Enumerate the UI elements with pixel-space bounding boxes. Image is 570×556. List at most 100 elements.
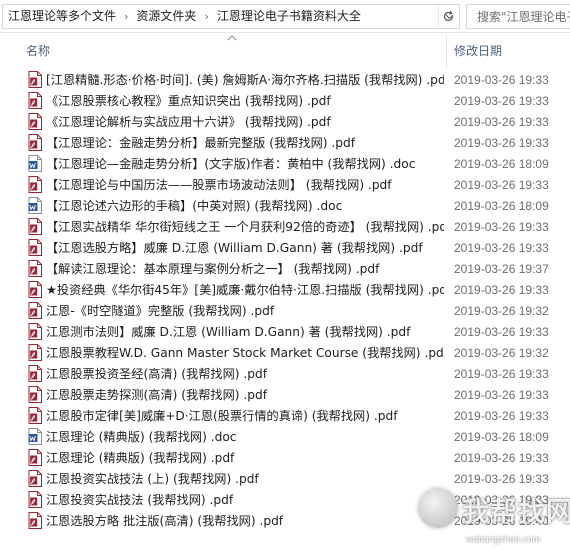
pdf-file-icon [28,176,42,193]
file-date-modified: 2019-03-26 18:09 [454,199,549,213]
pdf-file-icon [28,512,42,529]
file-date-modified: 2019-03-26 18:09 [454,430,549,444]
pdf-file-icon [28,470,42,487]
file-date-modified: 2019-03-26 18:09 [454,157,549,171]
column-divider[interactable] [446,35,447,69]
watermark-url: wobangzhao.com [466,534,541,545]
file-name[interactable]: 《江恩股票核心教程》重点知识突出 (我帮找网) .pdf [46,93,444,109]
file-row[interactable]: 江恩股票教程W.D. Gann Master Stock Market Cour… [0,342,570,363]
pdf-file-icon [28,281,42,298]
file-row[interactable]: 【江恩论述六边形的手稿】(中英对照) (我帮找网) .doc 2019-03-26… [0,195,570,216]
file-date-modified: 2019-03-26 19:33 [454,451,549,465]
file-row[interactable]: [江恩精髓.形态·价格·时间]. (美) 詹姆斯A·海尔齐格.扫描版 (我帮找网… [0,69,570,90]
pdf-file-icon [28,239,42,256]
word-doc-icon [28,197,42,214]
pdf-file-icon [28,260,42,277]
file-name[interactable]: 【江恩理论—金融走势分析】(文字版)作者：黄柏中 (我帮找网) .doc [46,156,444,172]
file-row[interactable]: 【江恩理论—金融走势分析】(文字版)作者：黄柏中 (我帮找网) .doc 2019… [0,153,570,174]
file-name[interactable]: 【江恩理论与中国历法——股票市场波动法则】 (我帮找网) .pdf [46,177,444,193]
search-placeholder: 搜索"江恩理论电子... [477,10,570,24]
file-row[interactable]: 江恩股市定律[美]威廉+D·江恩(股票行情的真谛) (我帮找网) .pdf 201… [0,405,570,426]
pdf-file-icon [28,218,42,235]
breadcrumb-item-current[interactable]: 江恩理论电子书籍资料大全 [212,5,366,28]
file-name[interactable]: 《江恩理论解析与实战应用十六讲》 (我帮找网) .pdf [46,114,444,130]
file-row[interactable]: 【解读江恩理论：基本原理与案例分析之一】 (我帮找网) .pdf 2019-03-… [0,258,570,279]
breadcrumb-separator[interactable]: › [201,10,211,23]
file-date-modified: 2019-03-26 19:33 [454,73,549,87]
file-row[interactable]: 【江恩选股方略】威廉 D.江恩 (William D.Gann) 著 (我帮找网… [0,237,570,258]
file-row[interactable]: 【江恩理论：金融走势分析】最新完整版 (我帮找网) .pdf 2019-03-26… [0,132,570,153]
file-name[interactable]: 江恩股票走势探测(高清) (我帮找网) .pdf [46,387,444,403]
file-date-modified: 2019-03-26 19:33 [454,283,549,297]
file-name[interactable]: ★投资经典《华尔街45年》[美]威廉·戴尔伯特·江恩.扫描版 (我帮找网) .p… [46,282,444,298]
file-name[interactable]: 江恩测市法则】威廉 D.江恩 (William D.Gann) 著 (我帮找网)… [46,324,444,340]
pdf-file-icon [28,344,42,361]
file-row[interactable]: 江恩股票投资圣经(高清) (我帮找网) .pdf 2019-03-26 19:33 [0,363,570,384]
file-date-modified: 2019-03-26 19:33 [454,472,549,486]
pdf-file-icon [28,323,42,340]
sort-ascending-icon [227,35,237,41]
file-row[interactable]: 江恩理论 (精典版) (我帮找网) .pdf 2019-03-26 19:33 [0,447,570,468]
file-name[interactable]: 江恩股票投资圣经(高清) (我帮找网) .pdf [46,366,444,382]
file-name[interactable]: 【江恩理论：金融走势分析】最新完整版 (我帮找网) .pdf [46,135,444,151]
file-row[interactable]: 【江恩理论与中国历法——股票市场波动法则】 (我帮找网) .pdf 2019-03… [0,174,570,195]
file-name[interactable]: 江恩股票教程W.D. Gann Master Stock Market Cour… [46,345,444,361]
pdf-file-icon [28,365,42,382]
file-date-modified: 2019-03-26 19:33 [454,388,549,402]
file-row[interactable]: 江恩股票走势探测(高清) (我帮找网) .pdf 2019-03-26 19:33 [0,384,570,405]
pdf-file-icon [28,71,42,88]
pdf-file-icon [28,92,42,109]
file-date-modified: 2019-03-26 19:33 [454,94,549,108]
file-date-modified: 2019-03-26 19:32 [454,304,549,318]
pdf-file-icon [28,113,42,130]
file-row[interactable]: 江恩投资实战技法 (我帮找网) .pdf 2019-03-26 19:33 [0,489,570,510]
file-date-modified: 2019-03-26 19:33 [454,367,549,381]
file-date-modified: 2019-03-26 19:33 [454,115,549,129]
refresh-icon [443,10,453,22]
file-name[interactable]: [江恩精髓.形态·价格·时间]. (美) 詹姆斯A·海尔齐格.扫描版 (我帮找网… [46,72,444,88]
pdf-file-icon [28,134,42,151]
column-name-header[interactable]: 名称 [26,42,50,59]
refresh-button[interactable] [436,4,460,29]
file-row[interactable]: 江恩理论 (精典版) (我帮找网) .doc 2019-03-26 18:09 [0,426,570,447]
word-doc-icon [28,155,42,172]
pdf-file-icon [28,491,42,508]
file-row[interactable]: 江恩选股方略 批注版(高清) (我帮找网) .pdf 2019-03-26 19:… [0,510,570,531]
file-name[interactable]: 江恩理论 (精典版) (我帮找网) .doc [46,429,444,445]
file-name[interactable]: 江恩股市定律[美]威廉+D·江恩(股票行情的真谛) (我帮找网) .pdf [46,408,444,424]
pdf-file-icon [28,302,42,319]
file-row[interactable]: 《江恩理论解析与实战应用十六讲》 (我帮找网) .pdf 2019-03-26 1… [0,111,570,132]
pdf-file-icon [28,407,42,424]
file-date-modified: 2019-03-26 19:33 [454,325,549,339]
breadcrumb[interactable]: 江恩理论等多个文件 › 资源文件夹 › 江恩理论电子书籍资料大全 [2,4,460,29]
file-name[interactable]: 江恩理论 (精典版) (我帮找网) .pdf [46,450,444,466]
file-date-modified: 2019-03-26 19:37 [454,262,549,276]
file-name[interactable]: 【江恩选股方略】威廉 D.江恩 (William D.Gann) 著 (我帮找网… [46,240,444,256]
file-row[interactable]: 江恩-《时空隧道》完整版 (我帮找网) .pdf 2019-03-26 19:32 [0,300,570,321]
file-row[interactable]: 江恩测市法则】威廉 D.江恩 (William D.Gann) 著 (我帮找网)… [0,321,570,342]
breadcrumb-item-folder[interactable]: 资源文件夹 [131,5,201,28]
file-row[interactable]: 【江恩实战精华 华尔街短线之王 一个月获利92倍的奇迹】 (我帮找网) .pdf… [0,216,570,237]
column-date-header[interactable]: 修改日期 [454,42,502,59]
file-name[interactable]: 江恩投资实战技法 (我帮找网) .pdf [46,492,444,508]
file-row[interactable]: 江恩投资实战技法 (上) (我帮找网) .pdf 2019-03-26 19:33 [0,468,570,489]
file-name[interactable]: 江恩-《时空隧道》完整版 (我帮找网) .pdf [46,303,444,319]
file-date-modified: 2019-03-26 19:33 [454,220,549,234]
file-list: [江恩精髓.形态·价格·时间]. (美) 詹姆斯A·海尔齐格.扫描版 (我帮找网… [0,69,570,531]
file-name[interactable]: 【江恩论述六边形的手稿】(中英对照) (我帮找网) .doc [46,198,444,214]
column-header: 名称 修改日期 [0,33,570,69]
pdf-file-icon [28,386,42,403]
search-input[interactable]: 搜索"江恩理论电子... [466,4,570,29]
file-date-modified: 2019-03-26 19:33 [454,178,549,192]
file-date-modified: 2019-03-26 19:32 [454,346,549,360]
file-date-modified: 2019-03-26 19:40 [454,514,549,528]
file-row[interactable]: ★投资经典《华尔街45年》[美]威廉·戴尔伯特·江恩.扫描版 (我帮找网) .p… [0,279,570,300]
file-name[interactable]: 【解读江恩理论：基本原理与案例分析之一】 (我帮找网) .pdf [46,261,444,277]
breadcrumb-item-root[interactable]: 江恩理论等多个文件 [3,5,121,28]
file-name[interactable]: 江恩选股方略 批注版(高清) (我帮找网) .pdf [46,513,444,529]
breadcrumb-separator[interactable]: › [121,10,131,23]
file-date-modified: 2019-03-26 19:33 [454,493,549,507]
file-name[interactable]: 江恩投资实战技法 (上) (我帮找网) .pdf [46,471,444,487]
file-row[interactable]: 《江恩股票核心教程》重点知识突出 (我帮找网) .pdf 2019-03-26 1… [0,90,570,111]
file-name[interactable]: 【江恩实战精华 华尔街短线之王 一个月获利92倍的奇迹】 (我帮找网) .pdf [46,219,444,235]
